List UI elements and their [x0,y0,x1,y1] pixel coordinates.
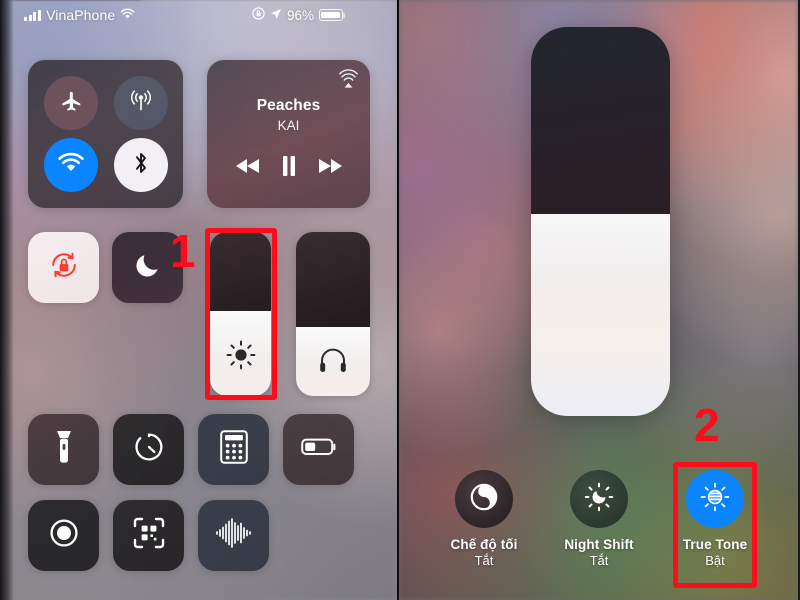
screen-record-button[interactable] [28,500,99,571]
annotation-box-2 [673,462,757,588]
low-power-mode-button[interactable] [283,414,354,485]
flashlight-icon [55,430,73,469]
brightness-slider-expanded[interactable] [531,27,670,416]
flashlight-button[interactable] [28,414,99,485]
calculator-icon [219,430,248,469]
rotation-lock-toggle[interactable] [28,232,99,303]
dark-mode-bubble [455,470,513,528]
carrier-name: VinaPhone [46,7,116,23]
track-title: Peaches [256,97,321,114]
battery-low-icon [300,437,337,462]
airplane-mode-toggle[interactable] [44,76,98,130]
night-shift-option[interactable]: Night Shift Tắt [539,470,659,568]
qr-code-icon [132,516,166,555]
qr-code-button[interactable] [113,500,184,571]
now-playing-card[interactable]: Peaches KAI [207,60,370,208]
night-shift-icon [584,482,614,517]
connectivity-card[interactable] [28,60,183,208]
dark-mode-option[interactable]: Chế độ tối Tắt [424,470,544,568]
fast-forward-icon[interactable] [317,157,343,180]
cellular-data-toggle[interactable] [114,76,168,130]
track-artist: KAI [277,118,300,133]
cellular-icon [128,88,154,119]
signal-bars-icon [24,9,42,21]
night-shift-state: Tắt [589,553,609,568]
airplay-icon[interactable] [338,69,359,95]
status-bar-right: 96% [252,7,346,23]
headphones-icon [296,346,370,374]
night-shift-bubble [570,470,628,528]
wifi-icon [120,8,135,23]
wifi-icon [57,152,85,179]
location-arrow-icon [270,8,282,23]
volume-slider[interactable] [296,232,370,396]
night-shift-label: Night Shift [564,537,634,552]
brightness-expanded-fill [531,213,670,416]
rotation-lock-icon [252,7,265,23]
annotation-box-1 [205,228,277,400]
moon-icon [133,250,163,285]
screenshot-pair: VinaPhone 96% Peaches KAI 1 Chế độ tối T… [0,0,800,600]
battery-percent: 96% [287,7,315,23]
bluetooth-icon [131,150,151,181]
timer-icon [132,430,166,469]
status-bar-left: VinaPhone [24,7,135,23]
annotation-number-1: 1 [170,225,196,277]
dark-mode-label: Chế độ tối [450,537,518,552]
screen-record-icon [47,516,81,555]
calculator-button[interactable] [198,414,269,485]
media-controls [207,155,370,182]
wifi-toggle[interactable] [44,138,98,192]
sound-wave-icon [215,518,253,553]
airplane-icon [59,89,83,118]
timer-button[interactable] [113,414,184,485]
status-bar: VinaPhone 96% [0,0,397,30]
rotation-lock-icon [47,248,81,287]
pause-icon[interactable] [280,155,298,182]
annotation-number-2: 2 [694,399,720,451]
bluetooth-toggle[interactable] [114,138,168,192]
shazam-button[interactable] [198,500,269,571]
left-screenshot-control-center: VinaPhone 96% Peaches KAI 1 [0,0,399,600]
dark-mode-state: Tắt [474,553,494,568]
left-edge-shadow [0,0,14,600]
dark-mode-icon [469,482,499,517]
battery-full-icon [319,9,346,21]
rewind-icon[interactable] [235,157,261,180]
